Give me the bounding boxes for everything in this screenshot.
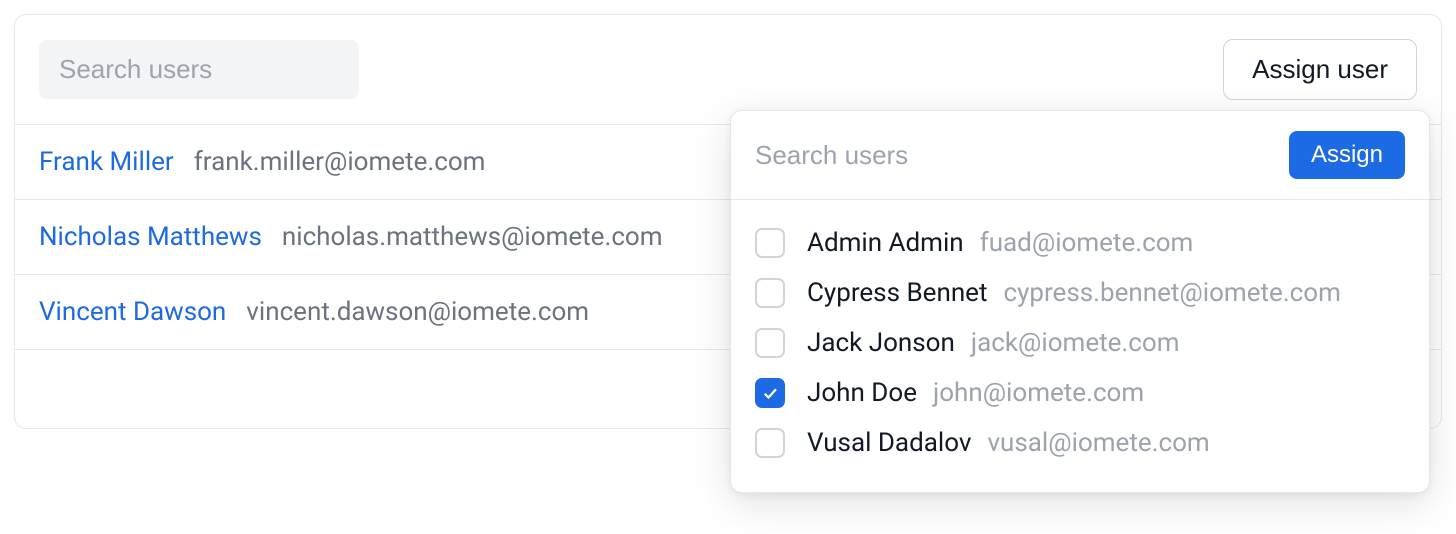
checkbox[interactable] (755, 378, 785, 408)
user-email: vincent.dawson@iomete.com (246, 297, 589, 327)
checkbox[interactable] (755, 328, 785, 358)
option-email: john@iomete.com (933, 378, 1144, 408)
popover-option-list: Admin Admin fuad@iomete.com Cypress Benn… (731, 200, 1429, 492)
checkbox[interactable] (755, 228, 785, 258)
assign-button[interactable]: Assign (1289, 131, 1405, 179)
assign-user-popover: Assign Admin Admin fuad@iomete.com Cypre… (730, 110, 1430, 493)
popover-search-input[interactable] (755, 140, 1273, 171)
option-text: Vusal Dadalov vusal@iomete.com (807, 428, 1210, 458)
checkbox[interactable] (755, 278, 785, 308)
option-name: Vusal Dadalov (807, 428, 971, 458)
option-text: Cypress Bennet cypress.bennet@iomete.com (807, 278, 1341, 308)
user-option[interactable]: John Doe john@iomete.com (755, 368, 1405, 418)
option-text: Jack Jonson jack@iomete.com (807, 328, 1180, 358)
user-name-link[interactable]: Nicholas Matthews (39, 222, 262, 252)
checkbox[interactable] (755, 428, 785, 458)
user-option[interactable]: Vusal Dadalov vusal@iomete.com (755, 418, 1405, 468)
option-name: Jack Jonson (807, 328, 955, 358)
panel-header: Assign user (15, 15, 1441, 124)
option-name: Admin Admin (807, 228, 964, 258)
search-users-input[interactable] (39, 40, 359, 99)
option-email: vusal@iomete.com (987, 428, 1209, 458)
assign-user-button[interactable]: Assign user (1223, 39, 1417, 100)
check-icon (761, 384, 779, 402)
option-email: fuad@iomete.com (980, 228, 1194, 258)
option-email: cypress.bennet@iomete.com (1003, 278, 1340, 308)
option-name: Cypress Bennet (807, 278, 987, 308)
option-text: Admin Admin fuad@iomete.com (807, 228, 1193, 258)
user-option[interactable]: Cypress Bennet cypress.bennet@iomete.com (755, 268, 1405, 318)
user-email: frank.miller@iomete.com (194, 147, 486, 177)
option-email: jack@iomete.com (971, 328, 1180, 358)
user-name-link[interactable]: Vincent Dawson (39, 297, 226, 327)
popover-header: Assign (731, 111, 1429, 200)
user-option[interactable]: Admin Admin fuad@iomete.com (755, 218, 1405, 268)
user-option[interactable]: Jack Jonson jack@iomete.com (755, 318, 1405, 368)
option-text: John Doe john@iomete.com (807, 378, 1144, 408)
option-name: John Doe (807, 378, 917, 408)
user-email: nicholas.matthews@iomete.com (282, 222, 663, 252)
user-name-link[interactable]: Frank Miller (39, 147, 174, 177)
